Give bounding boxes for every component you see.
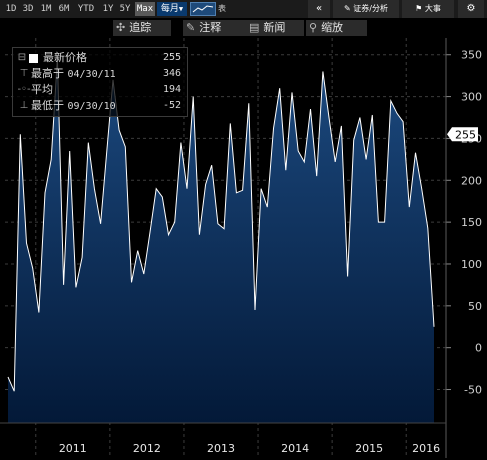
legend-avg-value: 194 [162,84,181,95]
legend-avg: -◦- 平均 194 [13,83,187,97]
x-tick-label: 2011 [59,442,87,455]
legend-low-label: 最低于 09/30/10 [31,99,116,114]
last-price-marker: 255 [447,127,478,142]
y-tick-label: 0 [475,342,482,355]
last-price-label: 255 [455,128,476,141]
y-tick-label: -50 [464,384,482,397]
legend-low-value: -52 [162,100,181,111]
legend-last-value: 255 [162,52,181,63]
legend-low-text: 最低于 [31,99,64,112]
y-tick-label: 50 [468,300,482,313]
x-tick-label: 2016 [412,442,440,455]
y-tick-label: 300 [461,91,482,104]
x-tick-label: 2012 [133,442,161,455]
y-tick-label: 200 [461,174,482,187]
collapse-icon[interactable]: ⊟ [15,51,29,65]
y-tick-label: 350 [461,49,482,62]
x-tick-label: 2015 [355,442,383,455]
x-axis: 2011 2012 2013 2014 2015 2016 [0,422,446,455]
series-swatch-icon [29,54,38,63]
legend-high-text: 最高于 [31,67,64,80]
average-line-icon: -◦- [17,84,31,95]
legend-high: ⊤ 最高于 04/30/11 346 [13,67,187,81]
legend-avg-label: 平均 [31,83,53,96]
y-tick-label: 150 [461,216,482,229]
legend-high-date: 04/30/11 [67,69,116,80]
y-tick-label: 100 [461,258,482,271]
legend-high-value: 346 [162,68,181,79]
legend-last: ⊟ 最新价格 255 [13,51,187,65]
y-axis: -50050100150200250300350 [445,38,482,458]
x-tick-label: 2013 [207,442,235,455]
legend-last-label: 最新价格 [43,51,87,64]
low-marker-icon: ⊥ [19,100,29,111]
legend-low-date: 09/30/10 [67,101,116,112]
legend-high-label: 最高于 04/30/11 [31,67,116,82]
legend-low: ⊥ 最低于 09/30/10 -52 [13,99,187,113]
high-marker-icon: ⊤ [19,68,29,79]
x-tick-label: 2014 [281,442,309,455]
legend: ⊟ 最新价格 255 ⊤ 最高于 04/30/11 346 -◦- 平均 194… [12,47,188,117]
